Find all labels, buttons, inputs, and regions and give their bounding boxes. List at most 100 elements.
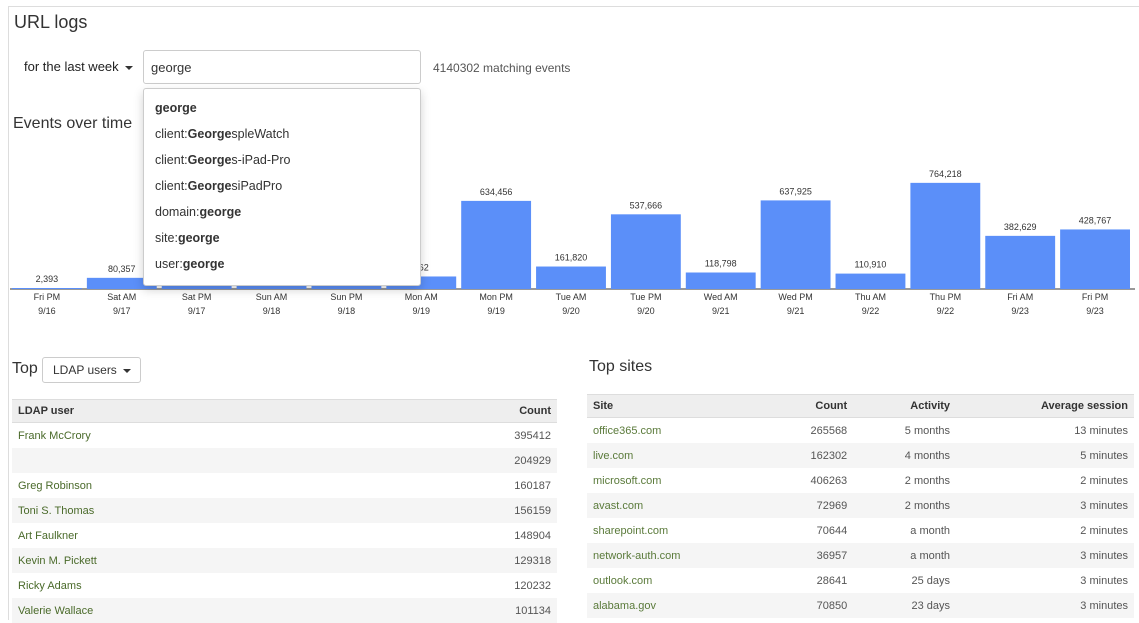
x-tick-label: Tue AM: [556, 292, 587, 302]
column-header-ldap-user[interactable]: LDAP user: [12, 399, 367, 423]
chart-bar[interactable]: [461, 200, 532, 289]
table-row[interactable]: Valerie Wallace 101134: [12, 598, 557, 623]
x-tick-label: Thu PM: [930, 292, 962, 302]
table-row[interactable]: Art Faulkner 148904: [12, 523, 557, 548]
x-tick-date-label: 9/23: [1011, 306, 1029, 316]
count-cell: 70644: [816, 524, 848, 537]
site-cell[interactable]: sharepoint.com: [587, 518, 766, 543]
top-category-select[interactable]: LDAP users: [42, 357, 141, 383]
suggestion-item[interactable]: george: [144, 95, 420, 121]
chart-bar[interactable]: [985, 235, 1056, 289]
x-tick-date-label: 9/16: [38, 306, 56, 316]
count-cell: 28641: [816, 574, 848, 587]
site-cell[interactable]: alabama.gov: [587, 593, 766, 618]
site-cell[interactable]: office365.com: [587, 418, 766, 444]
ldap-users-table: LDAP user Count Frank McCrory 395412 20492…: [12, 399, 557, 623]
suggestion-match: george: [182, 257, 225, 271]
bar-value-label: 537,666: [630, 200, 663, 210]
suggestion-prefix: client:: [155, 179, 188, 193]
column-header-average-session[interactable]: Average session: [956, 394, 1134, 418]
table-row[interactable]: Ricky Adams 120232: [12, 573, 557, 598]
time-range-dropdown[interactable]: for the last week: [24, 59, 133, 74]
chart-bar[interactable]: [1060, 229, 1130, 289]
ldap-user-cell[interactable]: Toni S. Thomas: [12, 498, 367, 523]
average-session-cell: 5 minutes: [956, 443, 1134, 468]
table-row[interactable]: office365.com 265568 5 months 13 minutes: [587, 418, 1134, 444]
activity-cell: 25 days: [911, 574, 951, 587]
table-row[interactable]: Frank McCrory 395412: [12, 423, 557, 449]
column-header-activity[interactable]: Activity: [853, 394, 957, 418]
chart-bar[interactable]: [760, 200, 831, 289]
activity-cell: a month: [910, 524, 951, 537]
table-row[interactable]: sharepoint.com 70644 a month 2 minutes: [587, 518, 1134, 543]
activity-cell: 2 months: [904, 474, 951, 487]
site-cell[interactable]: avast.com: [587, 493, 766, 518]
suggestion-match: George: [187, 179, 232, 193]
x-tick-label: Sat PM: [182, 292, 212, 302]
activity-cell: 4 months: [853, 443, 957, 468]
x-tick-date-label: 9/17: [188, 306, 206, 316]
suggestion-prefix: user:: [155, 257, 183, 271]
table-row[interactable]: Greg Robinson 160187: [12, 473, 557, 498]
table-row[interactable]: 204929: [12, 448, 557, 473]
suggestion-item[interactable]: site:george: [144, 225, 420, 251]
table-row[interactable]: alabama.gov 70850 23 days 3 minutes: [587, 593, 1134, 618]
ldap-user-cell[interactable]: Kevin M. Pickett: [12, 548, 367, 573]
suggestion-item[interactable]: client:GeorgesiPadPro: [144, 173, 420, 199]
site-cell[interactable]: microsoft.com: [587, 468, 766, 493]
chart-bar[interactable]: [910, 182, 981, 289]
chart-bar[interactable]: [835, 273, 906, 289]
table-row[interactable]: live.com 162302 4 months 5 minutes: [587, 443, 1134, 468]
site-cell[interactable]: network-auth.com: [587, 543, 766, 568]
ldap-user-cell[interactable]: Greg Robinson: [12, 473, 367, 498]
x-tick-date-label: 9/17: [113, 306, 131, 316]
suggestion-item[interactable]: user:george: [144, 251, 420, 277]
bar-value-label: 161,820: [555, 253, 588, 263]
chart-bar[interactable]: [536, 266, 606, 289]
ldap-user-cell[interactable]: Art Faulkner: [12, 523, 367, 548]
suggestion-prefix: domain:: [155, 205, 200, 219]
caret-down-icon: [122, 368, 131, 373]
x-tick-label: Sat AM: [107, 292, 136, 302]
table-row[interactable]: Toni S. Thomas 156159: [12, 498, 557, 523]
x-tick-date-label: 9/21: [787, 306, 805, 316]
site-cell[interactable]: live.com: [587, 443, 766, 468]
x-tick-label: Wed AM: [704, 292, 738, 302]
count-cell: 156159: [366, 498, 557, 523]
matching-events-count: 4140302 matching events: [433, 61, 571, 75]
bar-value-label: 637,925: [779, 186, 812, 196]
chart-bar[interactable]: [610, 214, 681, 289]
count-cell: 204929: [366, 448, 557, 473]
ldap-user-cell[interactable]: Ricky Adams: [12, 573, 367, 598]
search-input[interactable]: [143, 50, 421, 84]
chart-bar[interactable]: [685, 272, 756, 289]
count-cell: 36957: [765, 543, 854, 568]
column-header-count[interactable]: Count: [765, 394, 854, 418]
table-row[interactable]: outlook.com 28641 25 days 3 minutes: [587, 568, 1134, 593]
table-row[interactable]: microsoft.com 406263 2 months 2 minutes: [587, 468, 1134, 493]
suggestion-item[interactable]: client:Georges-iPad-Pro: [144, 147, 420, 173]
bar-value-label: 118,798: [705, 259, 737, 269]
suggestion-item[interactable]: domain:george: [144, 199, 420, 225]
x-tick-date-label: 9/20: [637, 306, 655, 316]
table-row[interactable]: Kevin M. Pickett 129318: [12, 548, 557, 573]
suggestion-item[interactable]: client:GeorgespleWatch: [144, 121, 420, 147]
table-row[interactable]: avast.com 72969 2 months 3 minutes: [587, 493, 1134, 518]
x-tick-date-label: 9/19: [413, 306, 431, 316]
x-tick-label: Fri PM: [34, 292, 61, 302]
suggestion-match: George: [187, 127, 232, 141]
column-header-site[interactable]: Site: [587, 394, 766, 418]
ldap-user-cell[interactable]: [12, 448, 367, 473]
top-label: Top: [12, 360, 38, 377]
ldap-user-cell[interactable]: Frank McCrory: [12, 423, 367, 449]
average-session-cell: 13 minutes: [1074, 424, 1128, 437]
bar-value-label: 110,910: [855, 260, 887, 270]
events-over-time-title: Events over time: [13, 115, 133, 132]
page-title: URL logs: [14, 12, 88, 32]
site-cell[interactable]: outlook.com: [587, 568, 766, 593]
column-header-count[interactable]: Count: [366, 399, 557, 423]
table-row[interactable]: network-auth.com 36957 a month 3 minutes: [587, 543, 1134, 568]
ldap-user-cell[interactable]: Valerie Wallace: [12, 598, 367, 623]
count-cell: 406263: [810, 474, 848, 487]
chart-bar[interactable]: [12, 288, 82, 289]
